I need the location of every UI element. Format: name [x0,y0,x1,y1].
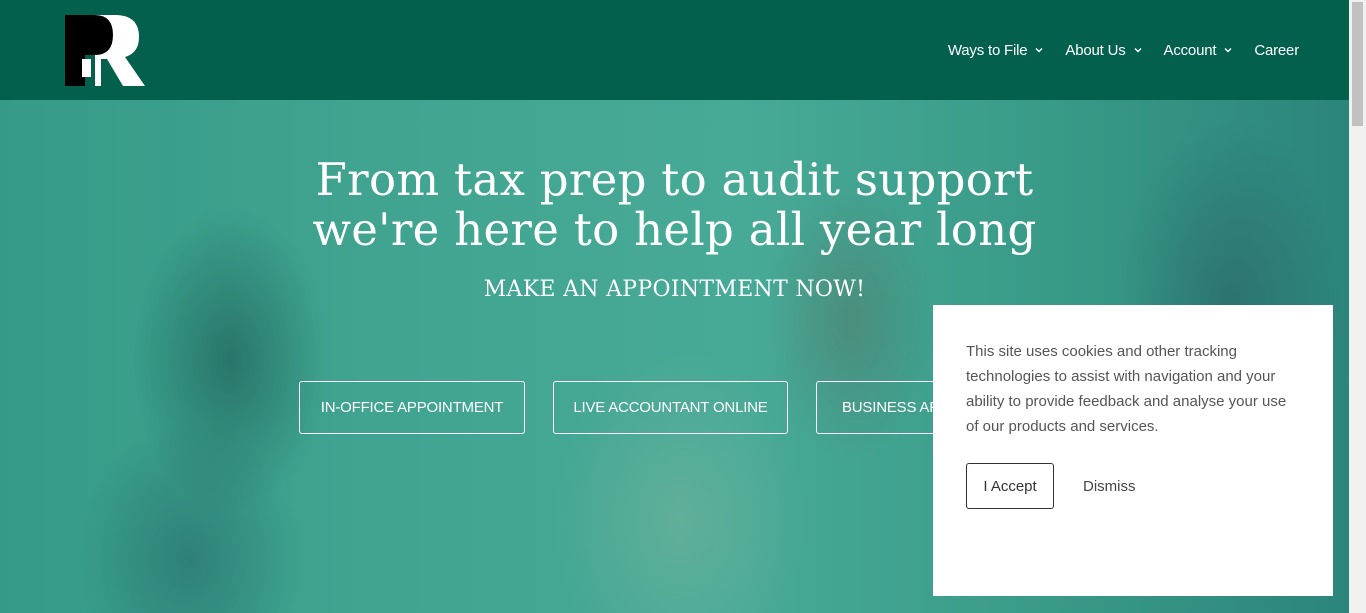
dismiss-cookies-button[interactable]: Dismiss [1083,478,1136,495]
accept-cookies-button[interactable]: I Accept [966,463,1054,509]
hero-headline: From tax prep to audit support we're her… [0,155,1349,255]
scrollbar-thumb[interactable] [1352,2,1363,126]
nav-account[interactable]: Account [1164,42,1233,59]
page-scrollbar[interactable] [1349,0,1366,613]
nav-ways-to-file[interactable]: Ways to File [948,42,1044,59]
in-office-appointment-button[interactable]: IN-OFFICE APPOINTMENT [299,381,525,434]
nav-about-us[interactable]: About Us [1065,41,1142,59]
nav-label: Account [1163,41,1217,59]
nav-career[interactable]: Career [1254,42,1299,59]
chevron-down-icon [1035,48,1043,53]
nav-label: About Us [1065,41,1126,59]
chevron-down-icon [1224,48,1232,53]
nav-label: Career [1254,41,1299,59]
cookie-message: This site uses cookies and other trackin… [966,343,1287,435]
chevron-down-icon [1134,48,1142,53]
headline-line-2: we're here to help all year long [312,203,1037,256]
nav-label: Ways to File [947,41,1028,59]
brand-logo[interactable] [65,15,145,86]
headline-line-1: From tax prep to audit support [315,153,1034,206]
live-accountant-online-button[interactable]: LIVE ACCOUNTANT ONLINE [553,381,788,434]
cookie-actions: I Accept Dismiss [966,463,1136,509]
hero-subhead: MAKE AN APPOINTMENT NOW! [483,277,866,302]
main-nav: Ways to File About Us Account Career [926,0,1299,100]
site-header: Ways to File About Us Account Career [0,0,1349,100]
cookie-consent-dialog: This site uses cookies and other trackin… [933,305,1333,596]
